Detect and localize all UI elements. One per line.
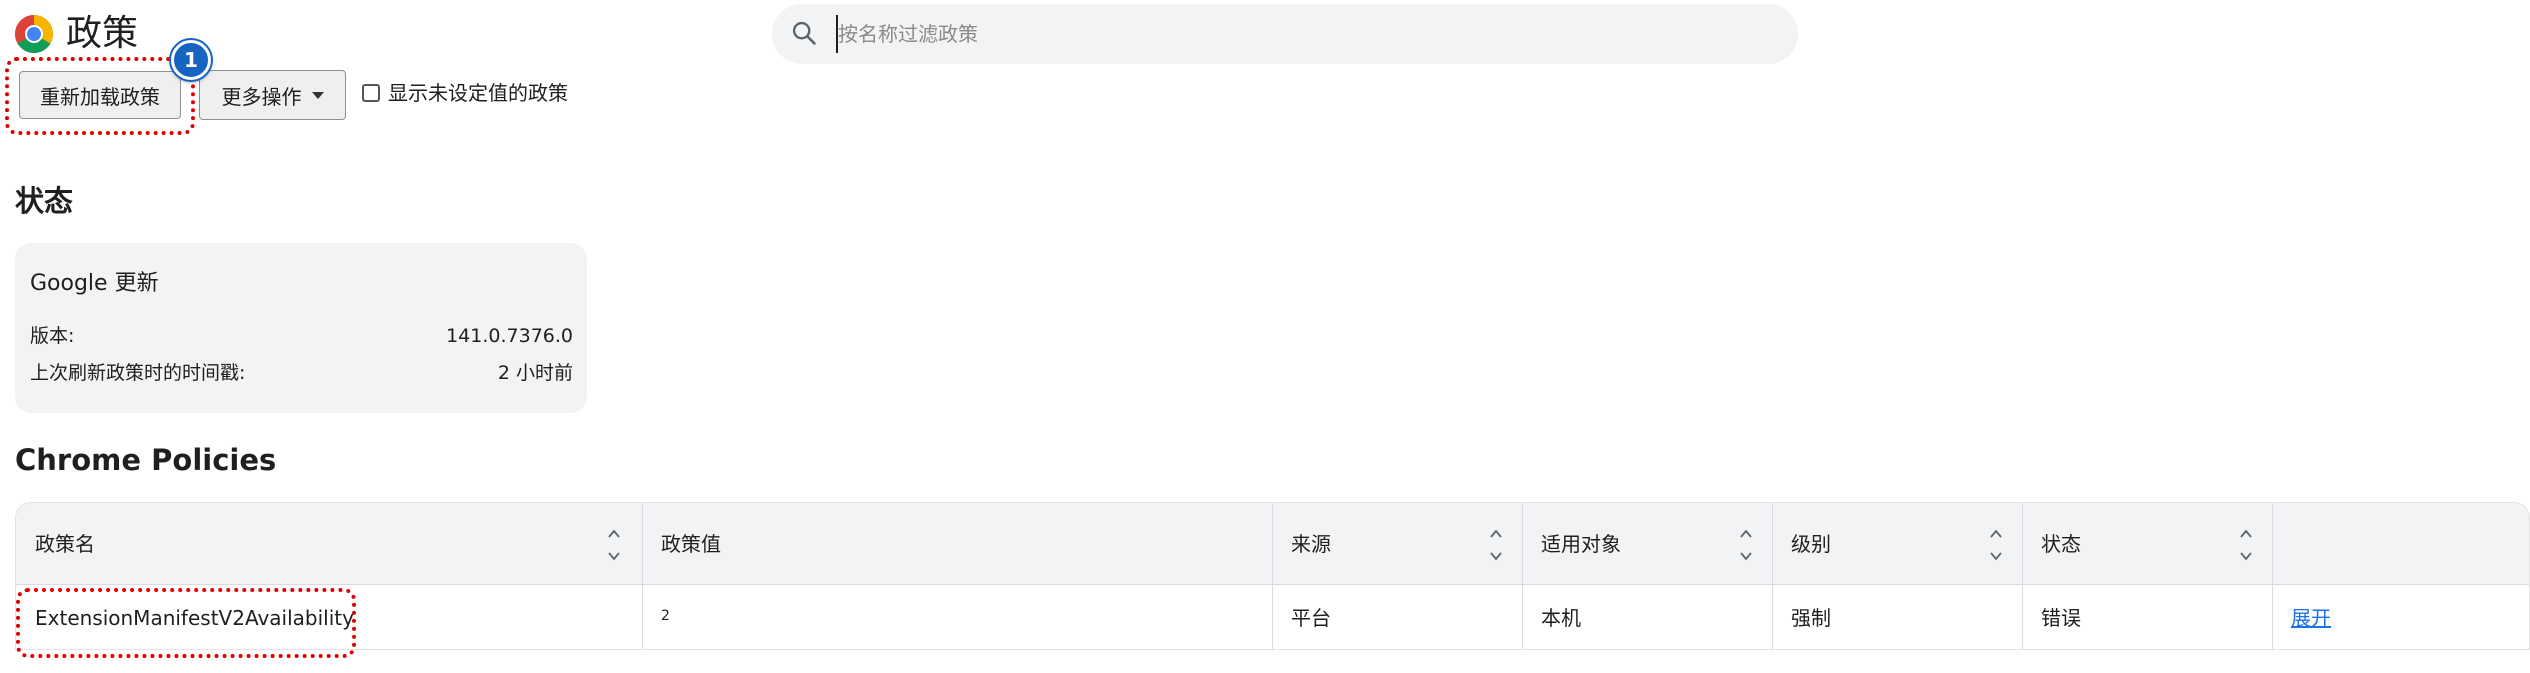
sort-arrows-icon[interactable] xyxy=(2238,525,2254,565)
column-divider xyxy=(1272,503,1273,649)
annotation-step-badge: 1 xyxy=(171,40,211,80)
cell-status: 错误 xyxy=(2041,606,2081,630)
more-actions-button[interactable]: 更多操作 xyxy=(199,70,346,120)
show-unset-label[interactable]: 显示未设定值的政策 xyxy=(388,78,568,108)
column-header-policy-name[interactable]: 政策名 xyxy=(35,529,95,559)
status-heading: 状态 xyxy=(15,184,74,218)
chrome-logo-icon xyxy=(15,15,53,53)
annotation-highlight-reload xyxy=(5,57,195,135)
sort-arrows-icon[interactable] xyxy=(606,525,622,565)
column-divider xyxy=(1772,503,1773,649)
version-label: 版本: xyxy=(30,325,75,347)
column-divider xyxy=(2272,503,2273,649)
sort-arrows-icon[interactable] xyxy=(1488,525,1504,565)
column-header-scope[interactable]: 适用对象 xyxy=(1541,529,1621,559)
column-divider xyxy=(2022,503,2023,649)
status-card-title: Google 更新 xyxy=(30,271,159,296)
sort-arrows-icon[interactable] xyxy=(1988,525,2004,565)
column-header-status[interactable]: 状态 xyxy=(2041,529,2081,559)
page-title: 政策 xyxy=(66,13,139,54)
more-actions-label: 更多操作 xyxy=(221,84,302,109)
table-header xyxy=(16,503,2529,585)
column-header-level[interactable]: 级别 xyxy=(1791,529,1831,559)
cell-source: 平台 xyxy=(1291,606,1331,630)
policy-table: 政策名 政策值 来源 适用对象 级别 状态 ExtensionManifestV… xyxy=(15,502,2530,650)
sort-arrows-icon[interactable] xyxy=(1738,525,1754,565)
policies-heading: Chrome Policies xyxy=(15,443,277,477)
search-input[interactable] xyxy=(836,15,1740,53)
refresh-time-value: 2 小时前 xyxy=(497,362,573,384)
column-divider xyxy=(642,503,643,649)
column-header-source[interactable]: 来源 xyxy=(1291,529,1331,559)
column-divider xyxy=(1522,503,1523,649)
cell-policy-value: 2 xyxy=(661,608,670,624)
table-row xyxy=(16,585,2529,649)
show-unset-checkbox[interactable] xyxy=(362,84,380,102)
cell-scope: 本机 xyxy=(1541,606,1581,630)
refresh-time-label: 上次刷新政策时的时间戳: xyxy=(30,362,246,384)
expand-link[interactable]: 展开 xyxy=(2291,603,2331,633)
cell-level: 强制 xyxy=(1791,606,1831,630)
search-icon xyxy=(792,21,816,45)
column-header-policy-value: 政策值 xyxy=(661,532,721,556)
version-value: 141.0.7376.0 xyxy=(446,325,573,347)
caret-down-icon xyxy=(311,91,324,99)
annotation-highlight-policy-name xyxy=(16,588,356,658)
